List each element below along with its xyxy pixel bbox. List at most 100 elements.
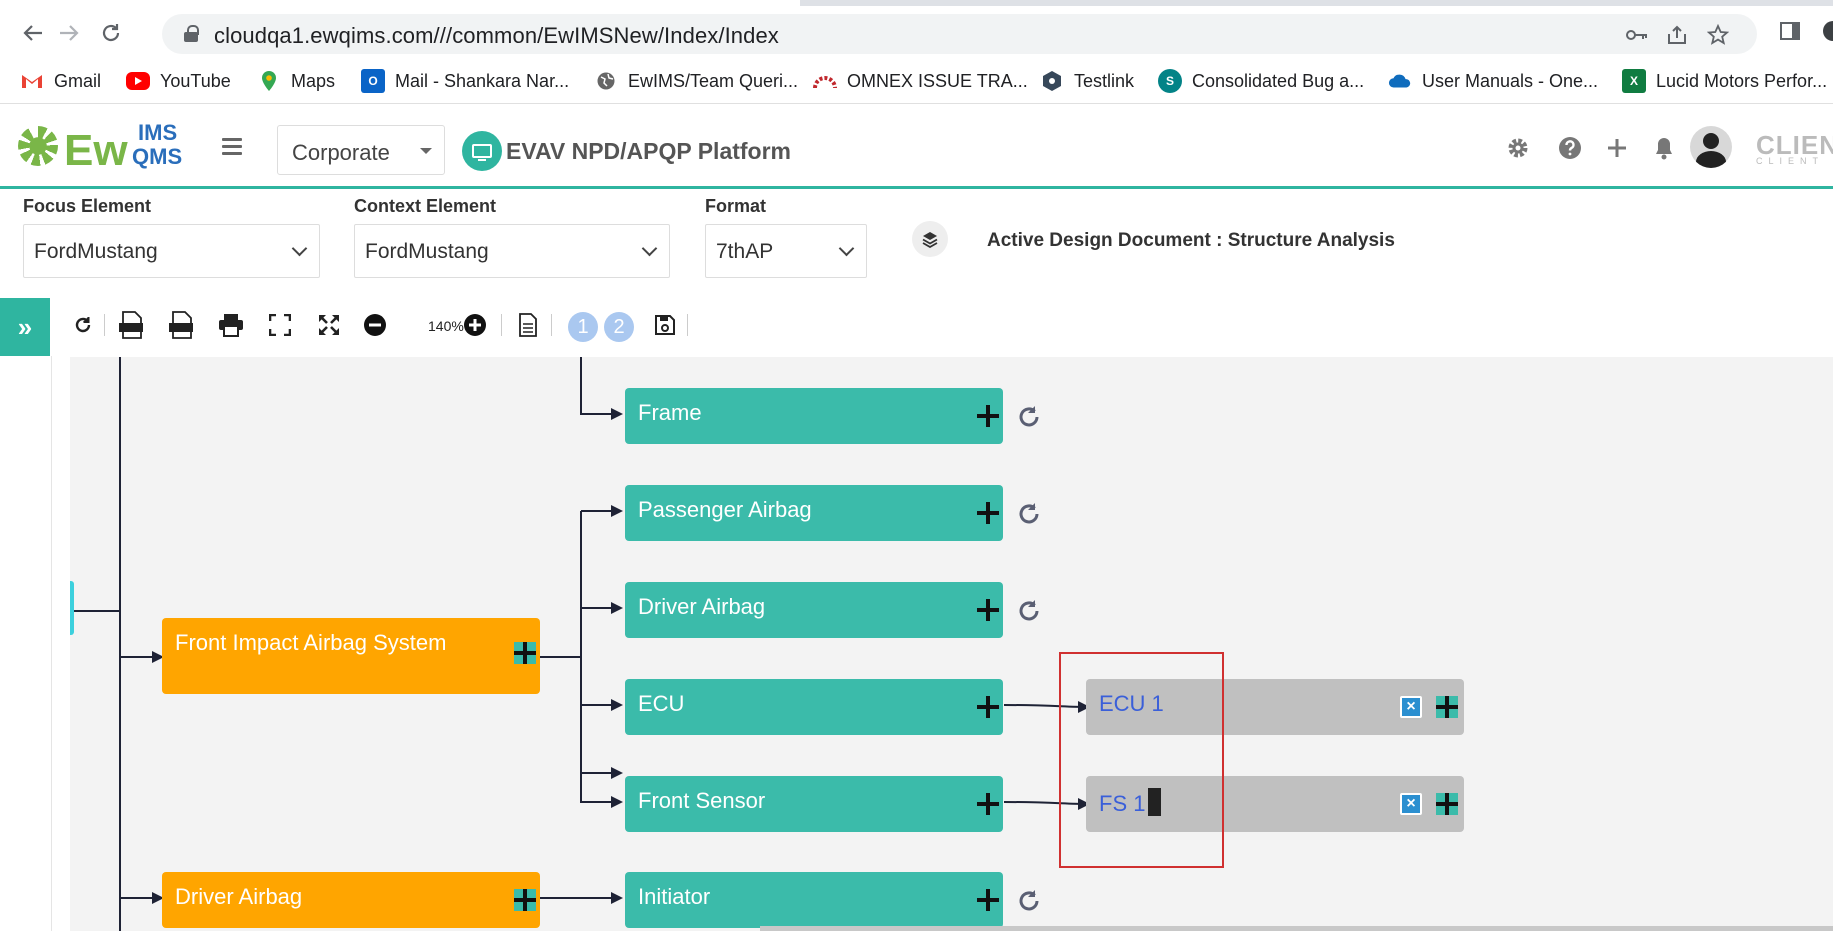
add-child-fs-1-button[interactable] [1436, 793, 1458, 815]
add-icon[interactable] [1603, 134, 1631, 162]
gear-icon[interactable] [1504, 134, 1532, 162]
bookmark-gmail[interactable]: Gmail [20, 68, 101, 94]
chevron-down-icon [838, 240, 855, 257]
export-png-button[interactable] [166, 310, 196, 340]
maps-icon [257, 69, 281, 93]
node-driver-airbag-sub[interactable]: Driver Airbag [625, 582, 1003, 638]
refresh-initiator-icon[interactable] [1015, 887, 1043, 915]
help-icon[interactable] [1556, 134, 1584, 162]
main-area: » 140% 1 2 Frame Passenger Airbag Driver… [0, 287, 1833, 931]
toolbar-divider [104, 314, 105, 336]
refresh-driver-airbag-icon[interactable] [1015, 597, 1043, 625]
fit-screen-button[interactable] [265, 310, 295, 340]
document-button[interactable] [513, 310, 543, 340]
context-element-label: Context Element [354, 196, 497, 216]
client-logo-sub: CLIENT [1756, 156, 1825, 166]
hamburger-menu-icon[interactable] [222, 138, 242, 155]
omnex-icon [813, 69, 837, 93]
sharepoint-icon: S [1158, 69, 1182, 93]
node-front-sensor[interactable]: Front Sensor [625, 776, 1003, 832]
focus-element-label: Focus Element [23, 196, 152, 216]
format-label: Format [705, 196, 767, 216]
export-svg-button[interactable] [116, 310, 146, 340]
diagram-toolbar: 140% 1 2 [60, 302, 1833, 348]
reload-button[interactable] [94, 16, 128, 50]
lock-icon [184, 25, 199, 42]
toolbar-divider [501, 314, 502, 336]
add-child-front-sensor-button[interactable] [977, 793, 999, 815]
active-design-document: Active Design Document : Structure Analy… [987, 230, 1395, 251]
bookmark-ewims-team[interactable]: EwIMS/Team Queri... [594, 68, 798, 94]
avatar[interactable] [1690, 126, 1732, 168]
minus-circle-icon [364, 314, 386, 336]
add-child-driver-airbag-l1-button[interactable] [514, 889, 536, 911]
page-2-button[interactable]: 2 [604, 312, 634, 342]
save-button[interactable] [650, 310, 680, 340]
focus-element-select[interactable]: FordMustang [23, 224, 320, 278]
page-1-button[interactable]: 1 [568, 312, 598, 342]
horizontal-scrollbar[interactable] [760, 926, 1833, 931]
add-child-front-impact-button[interactable] [514, 642, 536, 664]
node-frame[interactable]: Frame [625, 388, 1003, 444]
add-child-driver-airbag-button[interactable] [977, 599, 999, 621]
add-child-frame-button[interactable] [977, 405, 999, 427]
print-button[interactable] [216, 310, 246, 340]
forward-button[interactable] [52, 16, 86, 50]
node-ecu-1[interactable]: ECU 1 × [1086, 679, 1464, 735]
node-driver-airbag[interactable]: Driver Airbag [162, 872, 540, 928]
save-icon [655, 315, 675, 335]
ewims-logo[interactable]: Ew IMS QMS [18, 118, 198, 178]
gmail-icon [20, 69, 44, 93]
bookmark-omnex[interactable]: OMNEX ISSUE TRA... [813, 68, 1028, 94]
app-header: Ew IMS QMS Corporate EVAV NPD/APQP Platf… [0, 104, 1833, 189]
bookmarks-bar: Gmail YouTube Maps O Mail - Shankara Nar… [0, 58, 1833, 104]
youtube-icon [126, 72, 150, 90]
remove-fs-1-button[interactable]: × [1400, 793, 1422, 815]
toolbar-divider [687, 314, 688, 336]
side-panel-icon[interactable] [1779, 20, 1803, 44]
remove-ecu-1-button[interactable]: × [1400, 696, 1422, 718]
organization-select[interactable]: Corporate [277, 125, 445, 175]
bookmark-maps[interactable]: Maps [257, 68, 335, 94]
bookmark-onedrive[interactable]: User Manuals - One... [1388, 68, 1598, 94]
address-bar[interactable]: cloudqa1.ewqims.com///common/EwIMSNew/In… [162, 14, 1757, 54]
refresh-passenger-airbag-icon[interactable] [1015, 500, 1043, 528]
add-child-passenger-airbag-button[interactable] [977, 502, 999, 524]
node-ecu[interactable]: ECU [625, 679, 1003, 735]
bell-icon[interactable] [1650, 134, 1678, 162]
refresh-diagram-button[interactable] [68, 310, 98, 340]
node-fs-1[interactable]: FS 1 × [1086, 776, 1464, 832]
node-initiator[interactable]: Initiator [625, 872, 1003, 928]
bookmark-excel[interactable]: X Lucid Motors Perfor... [1622, 68, 1827, 94]
caret-down-icon [420, 148, 432, 154]
add-child-ecu-1-button[interactable] [1436, 696, 1458, 718]
node-front-impact-airbag-system[interactable]: Front Impact Airbag System [162, 618, 540, 694]
bookmark-star-icon[interactable] [1705, 22, 1731, 48]
expand-all-button[interactable] [314, 310, 344, 340]
layers-button[interactable] [912, 221, 948, 257]
format-select[interactable]: 7thAP [705, 224, 867, 278]
structure-diagram-canvas[interactable]: Frame Passenger Airbag Driver Airbag ECU… [70, 357, 1833, 931]
add-child-ecu-button[interactable] [977, 696, 999, 718]
zoom-in-button[interactable] [460, 310, 490, 340]
key-icon[interactable] [1624, 22, 1650, 48]
svg-file-icon [119, 311, 143, 339]
layers-icon [922, 232, 938, 248]
profile-icon[interactable] [1822, 20, 1833, 44]
add-child-initiator-button[interactable] [977, 889, 999, 911]
bookmark-sharepoint[interactable]: S Consolidated Bug a... [1158, 68, 1364, 94]
node-passenger-airbag[interactable]: Passenger Airbag [625, 485, 1003, 541]
bookmark-youtube[interactable]: YouTube [126, 68, 231, 94]
context-element-select[interactable]: FordMustang [354, 224, 670, 278]
zoom-out-button[interactable] [360, 310, 390, 340]
platform-title: EVAV NPD/APQP Platform [506, 138, 792, 164]
share-icon[interactable] [1664, 22, 1690, 48]
refresh-frame-icon[interactable] [1015, 403, 1043, 431]
expand-sidebar-button[interactable]: » [0, 298, 50, 356]
bookmark-testlink[interactable]: Testlink [1040, 68, 1134, 94]
bookmark-outlook[interactable]: O Mail - Shankara Nar... [361, 68, 569, 94]
plus-circle-icon [464, 314, 486, 336]
back-button[interactable] [16, 16, 50, 50]
onedrive-icon [1388, 69, 1412, 93]
fit-screen-icon [269, 314, 291, 336]
